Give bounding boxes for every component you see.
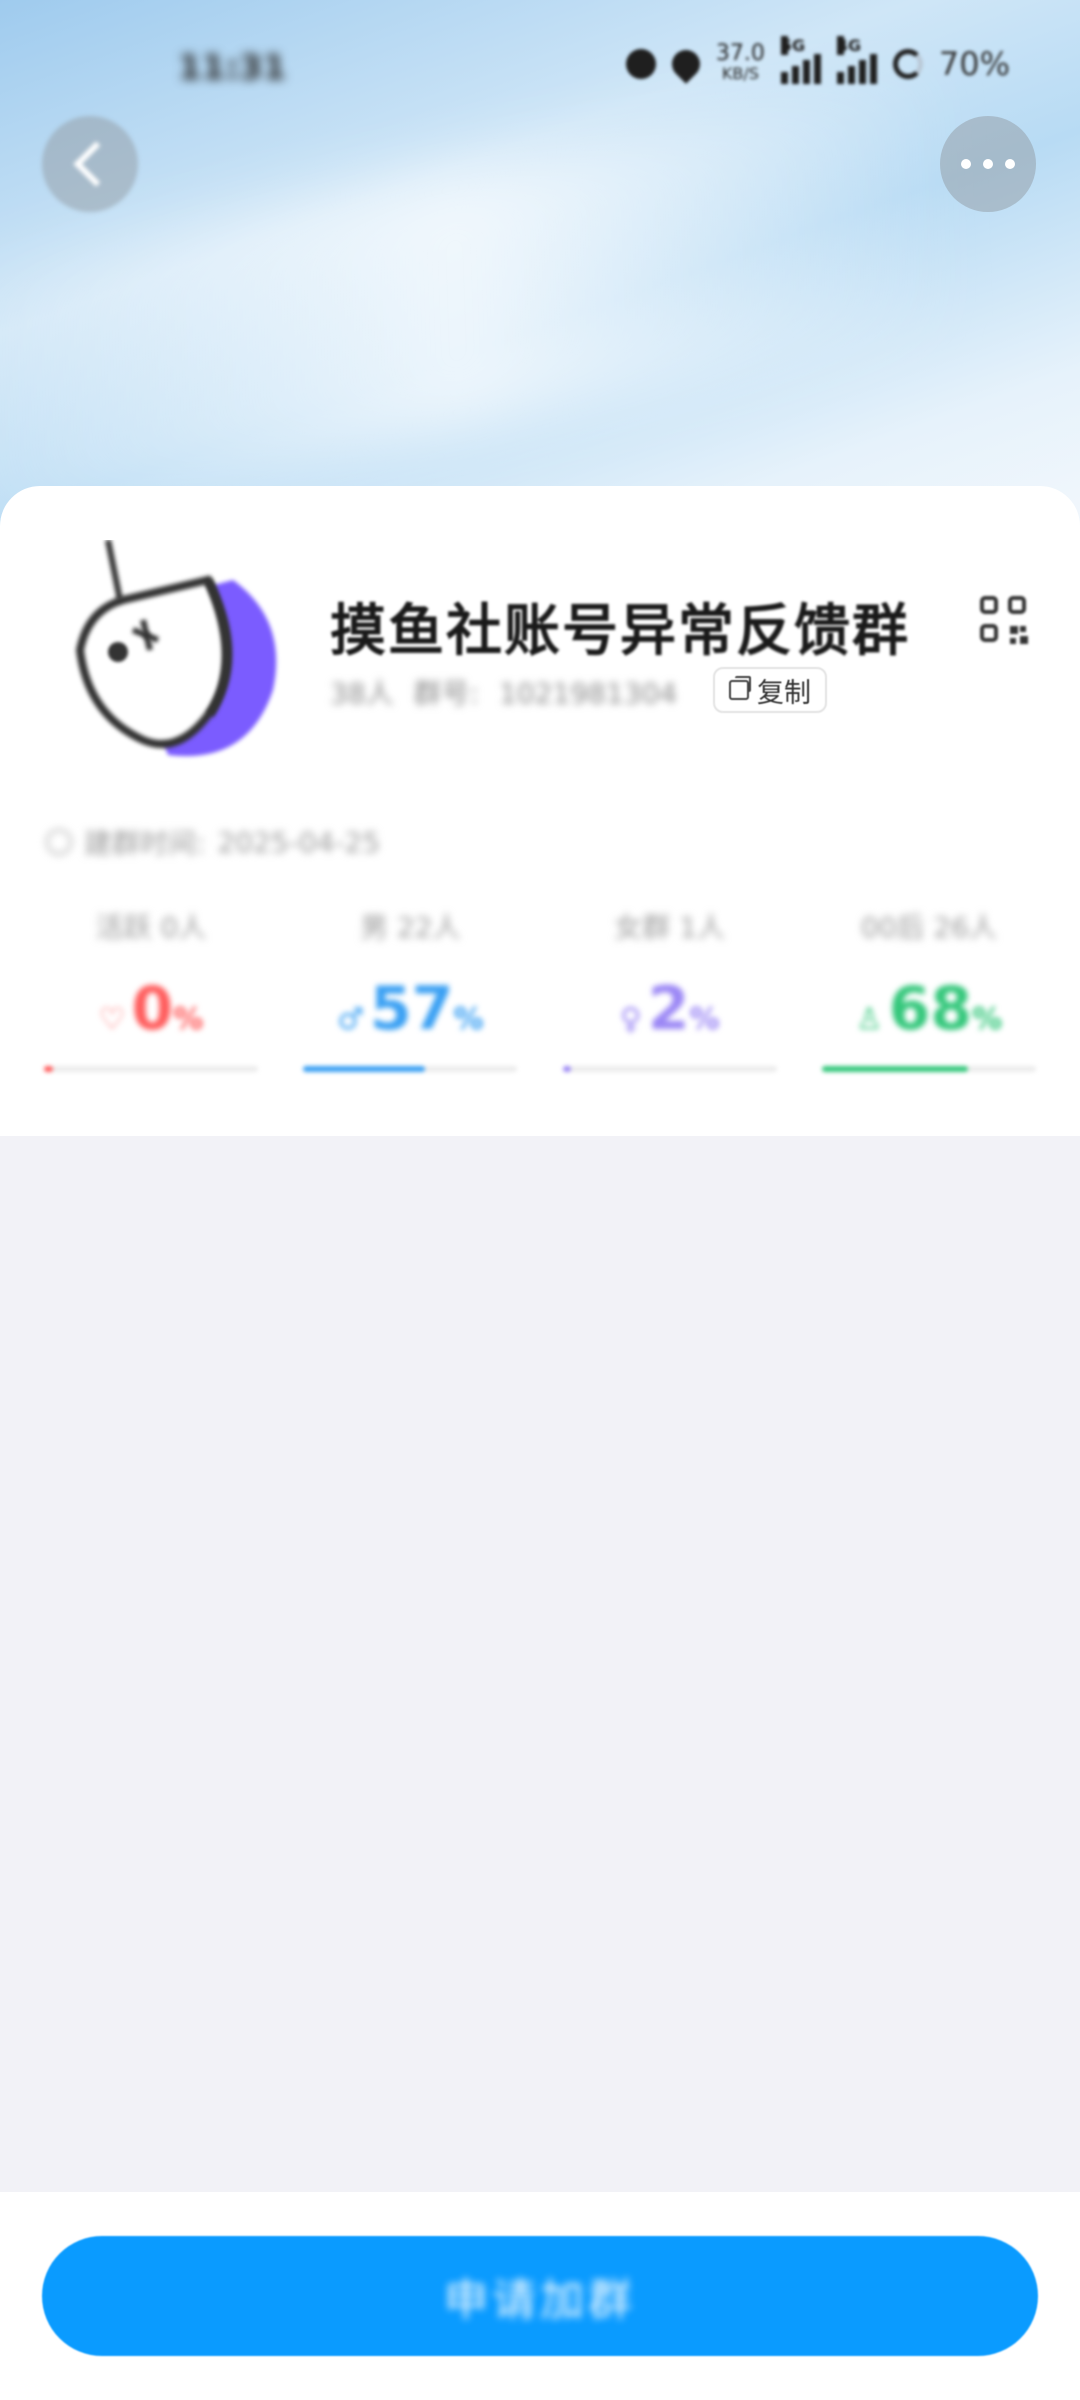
founded-date: 建群时间: 2025-04-25 (46, 822, 380, 862)
stat-female: 女群 1人 ♀ 2% (562, 906, 777, 1072)
notification-icon (625, 49, 656, 79)
bottom-bar: 申请加群 (0, 2192, 1080, 2400)
signal-4g-icon: 4G (836, 36, 877, 84)
group-stats: 活跃 0人 ♡ 0% 男 22人 ♂ 57% 女群 1人 ♀ 2% 00后 26人 ♙… (44, 906, 1036, 1072)
male-icon: ♂ (337, 1002, 364, 1037)
group-info-card: 摸鱼社账号异常反馈群 38人 群号: 1021981304 复制 建群时间: 202… (0, 486, 1080, 1136)
group-meta: 38人 群号: 1021981304 (330, 672, 677, 712)
group-id-label: 群号: (413, 677, 480, 710)
copy-icon (729, 676, 751, 700)
clock-icon (46, 829, 72, 855)
chevron-left-icon (73, 141, 119, 187)
more-options-button[interactable] (940, 116, 1036, 212)
stat-bar-fill (562, 1066, 572, 1072)
person-icon: ♙ (855, 1002, 883, 1037)
female-icon: ♀ (619, 1002, 642, 1037)
stat-bar-fill (44, 1066, 53, 1072)
status-bar: 11:31 37.0 KB/S 5G 4G 70% (0, 0, 1080, 130)
copy-id-button[interactable]: 复制 (713, 667, 827, 713)
heart-icon: ♡ (98, 1002, 126, 1037)
group-avatar (75, 540, 277, 757)
location-icon (666, 44, 706, 84)
battery-percent: 70% (938, 45, 1010, 83)
apply-join-button[interactable]: 申请加群 (42, 2236, 1038, 2356)
clock: 11:31 (178, 48, 287, 88)
group-id: 1021981304 (499, 677, 678, 710)
stat-post00s: 00后 26人 ♙ 68% (821, 906, 1036, 1072)
network-speed: 37.0 KB/S (715, 41, 765, 84)
stat-active: 活跃 0人 ♡ 0% (44, 906, 258, 1072)
qr-code-icon[interactable] (980, 596, 1028, 644)
battery-icon (892, 49, 923, 79)
signal-5g-icon: 5G (780, 36, 821, 84)
member-count: 38人 (330, 677, 394, 710)
more-dots-icon (961, 159, 1015, 169)
stat-bar-fill (303, 1066, 426, 1072)
stat-bar-fill (821, 1066, 968, 1072)
group-name: 摸鱼社账号异常反馈群 (330, 599, 910, 664)
stat-male: 男 22人 ♂ 57% (303, 906, 518, 1072)
back-button[interactable] (42, 116, 138, 212)
